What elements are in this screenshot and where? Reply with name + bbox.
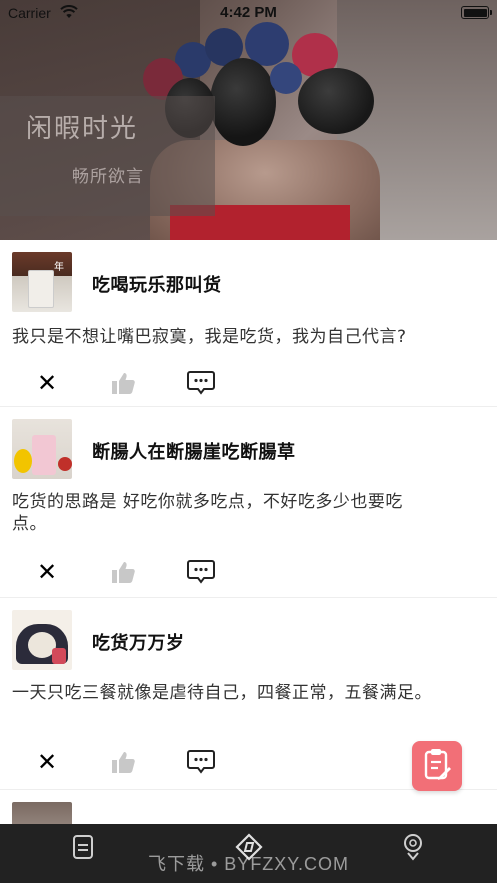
blueberry [270, 62, 302, 94]
post-title: 吃喝玩乐那叫货 [92, 275, 222, 296]
blackberry [298, 68, 374, 134]
app-screen: 闲暇时光 畅所欲言 Carrier 4:42 PM 年 吃喝玩乐那叫货 我只是不… [0, 0, 497, 883]
post-actions: ✕ [0, 368, 497, 398]
hero-subtitle: 畅所欲言 [72, 167, 144, 187]
post-actions: ✕ [0, 557, 497, 587]
post-title: 吃货万万岁 [92, 633, 185, 654]
post-body: 我只是不想让嘴巴寂寞，我是吃货，我为自己代言? [12, 327, 407, 347]
post-title: 断腸人在断腸崖吃断腸草 [92, 442, 296, 463]
post-body: 吃货的思路是 好吃你就多吃点，不好吃多少也要吃点。 [12, 492, 403, 534]
thumbs-up-icon[interactable] [108, 368, 138, 398]
thumbs-up-icon[interactable] [108, 557, 138, 587]
close-icon[interactable]: ✕ [32, 368, 62, 398]
post-card[interactable]: 断腸人在断腸崖吃断腸草 吃货的思路是 好吃你就多吃点，不好吃多少也要吃点。 ✕ [0, 407, 497, 598]
battery-icon [461, 6, 492, 19]
close-icon[interactable]: ✕ [32, 747, 62, 777]
comment-icon[interactable] [186, 557, 216, 587]
thumbs-up-icon[interactable] [108, 747, 138, 777]
comment-icon[interactable] [186, 368, 216, 398]
status-time: 4:42 PM [220, 4, 277, 21]
compose-button[interactable] [412, 741, 462, 791]
hero-title: 闲暇时光 [26, 114, 139, 144]
status-bar: Carrier 4:42 PM [0, 0, 497, 26]
post-thumbnail[interactable]: 年 [12, 252, 72, 312]
clipboard-edit-icon [422, 747, 452, 785]
post-thumbnail[interactable] [12, 610, 72, 670]
comment-icon[interactable] [186, 747, 216, 777]
post-card[interactable]: 年 吃喝玩乐那叫货 我只是不想让嘴巴寂寞，我是吃货，我为自己代言? ✕ [0, 240, 497, 407]
hero-banner: 闲暇时光 畅所欲言 [0, 0, 497, 240]
close-icon[interactable]: ✕ [32, 557, 62, 587]
post-body: 一天只吃三餐就像是虐待自己，四餐正常，五餐满足。 [12, 683, 432, 703]
post-thumbnail[interactable] [12, 419, 72, 479]
watermark-text: 飞下载 • BYFZXY.COM [148, 854, 349, 874]
blackberry [210, 58, 276, 146]
